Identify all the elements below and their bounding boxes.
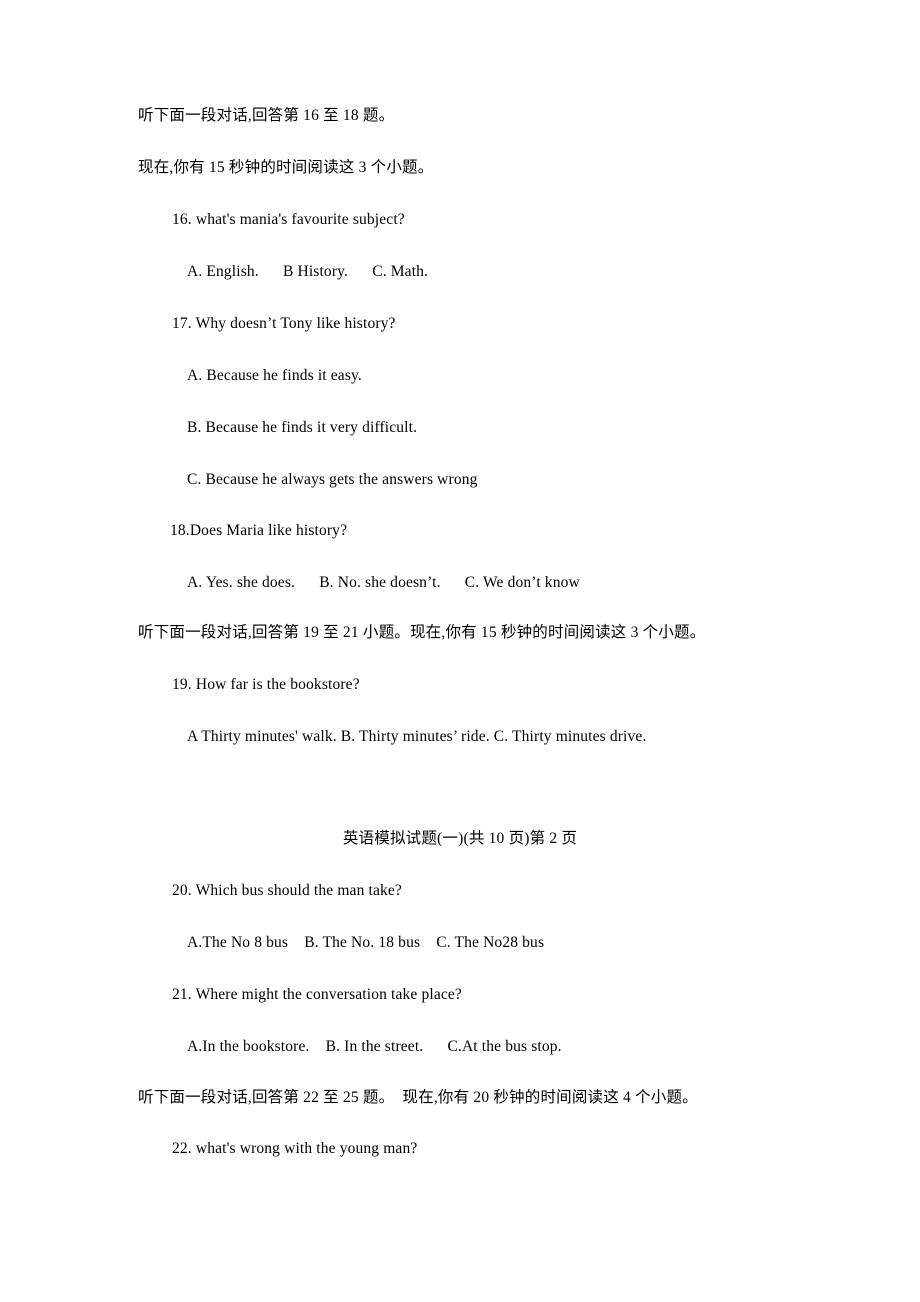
question-17-option-c: C. Because he always gets the answers wr… — [187, 471, 478, 488]
exam-paper-page: 听下面一段对话,回答第 16 至 18 题。 现在,你有 15 秒钟的时间阅读这… — [0, 0, 920, 1302]
question-stem-16: 16. what's mania's favourite subject? — [172, 211, 405, 228]
question-stem-18: 18.Does Maria like history? — [170, 522, 348, 539]
question-17-option-b: B. Because he finds it very difficult. — [187, 419, 418, 436]
question-stem-21: 21. Where might the conversation take pl… — [172, 986, 462, 1003]
question-stem-17: 17. Why doesn’t Tony like history? — [172, 315, 396, 332]
question-21-options: A.In the bookstore. B. In the street. C.… — [187, 1038, 562, 1055]
listening-instruction: 听下面一段对话,回答第 19 至 21 小题。现在,你有 15 秒钟的时间阅读这… — [138, 624, 706, 641]
question-17-option-a: A. Because he finds it easy. — [187, 367, 362, 384]
page-marker: 英语模拟试题(一)(共 10 页)第 2 页 — [342, 830, 578, 847]
question-stem-20: 20. Which bus should the man take? — [172, 882, 402, 899]
question-stem-19: 19. How far is the bookstore? — [172, 676, 360, 693]
question-20-options: A.The No 8 bus B. The No. 18 bus C. The … — [187, 934, 545, 951]
question-16-options: A. English. B History. C. Math. — [187, 263, 429, 280]
question-18-options: A. Yes. she does. B. No. she doesn’t. C.… — [187, 574, 580, 591]
question-19-options: A Thirty minutes' walk. B. Thirty minute… — [187, 728, 647, 745]
listening-instruction: 听下面一段对话,回答第 16 至 18 题。 — [138, 107, 395, 124]
question-stem-22: 22. what's wrong with the young man? — [172, 1140, 418, 1157]
listening-instruction: 现在,你有 15 秒钟的时间阅读这 3 个小题。 — [138, 159, 434, 176]
listening-instruction: 听下面一段对话,回答第 22 至 25 题。 现在,你有 20 秒钟的时间阅读这… — [138, 1089, 698, 1106]
